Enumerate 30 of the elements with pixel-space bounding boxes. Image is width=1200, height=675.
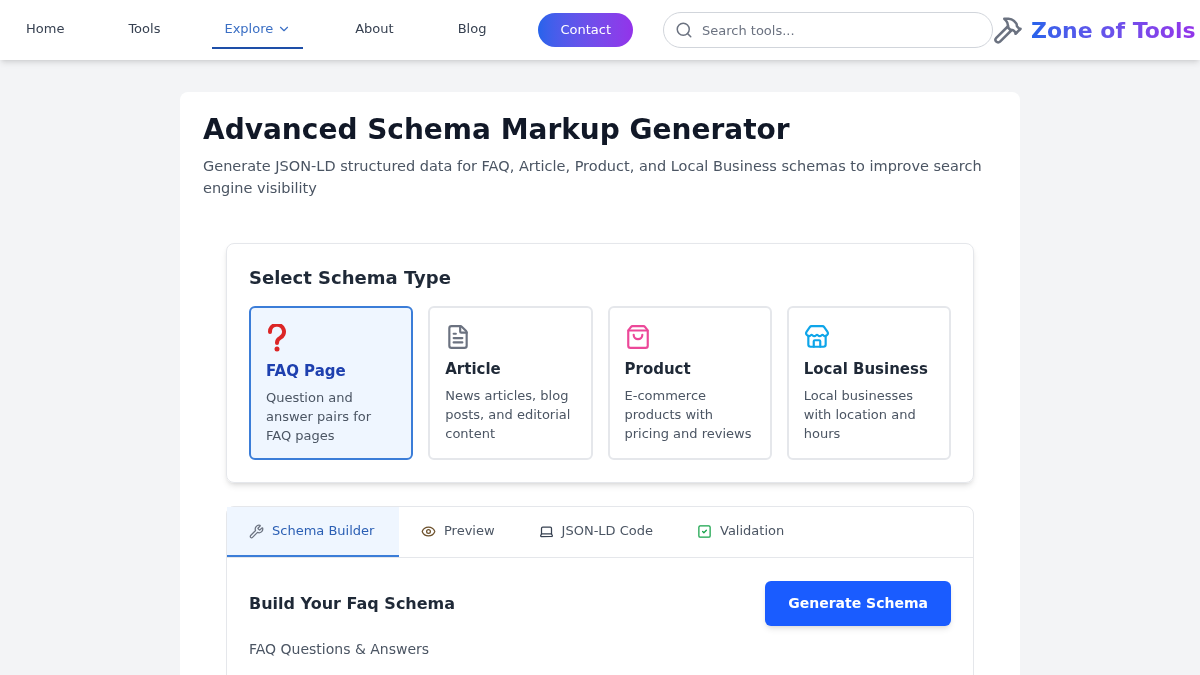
page-title: Advanced Schema Markup Generator (203, 112, 791, 148)
contact-button[interactable]: Contact (538, 13, 633, 47)
schema-type-card[interactable]: Product E-commerce products with pricing and reviews (607, 306, 772, 460)
wrench-icon (249, 523, 264, 539)
tab[interactable]: Schema Builder (227, 507, 399, 557)
nav-link[interactable]: About (343, 11, 406, 49)
nav-link[interactable]: Tools (116, 11, 173, 49)
tab[interactable]: Validation (675, 507, 807, 557)
nav-link[interactable]: Home (14, 11, 77, 49)
builder-heading: Build Your Faq Schema (249, 592, 456, 615)
schema-type-card[interactable]: FAQ Page Question and answer pairs for FAQ pages (249, 306, 414, 460)
tab[interactable]: Preview (399, 507, 517, 557)
hammer-icon (993, 15, 1023, 45)
question-mark-icon (266, 324, 288, 352)
schema-type-card[interactable]: Local Business Local businesses with location and hours (786, 306, 951, 460)
generate-schema-button[interactable]: Generate Schema (765, 581, 951, 626)
shopping-bag-icon (624, 324, 651, 350)
field-label: FAQ Questions & Answers (248, 640, 431, 658)
store-icon (803, 324, 830, 350)
search-icon (675, 21, 693, 39)
check-box-icon (697, 523, 712, 539)
nav-link[interactable]: Blog (445, 11, 499, 49)
search-field[interactable]: Search tools... (663, 12, 993, 48)
eye-icon (421, 523, 436, 539)
section-heading: Select Schema Type (249, 266, 452, 290)
laptop-icon (538, 523, 554, 539)
schema-type-card[interactable]: Article News articles, blog posts, and editorial content (428, 306, 593, 460)
nav-dropdown[interactable]: Explore (212, 11, 304, 49)
page-subtitle: Generate JSON-LD structured data for FAQ, Article, Product, and Local Business schemas to improve search engine visibility (203, 157, 983, 198)
tab[interactable]: JSON-LD Code (516, 507, 675, 557)
